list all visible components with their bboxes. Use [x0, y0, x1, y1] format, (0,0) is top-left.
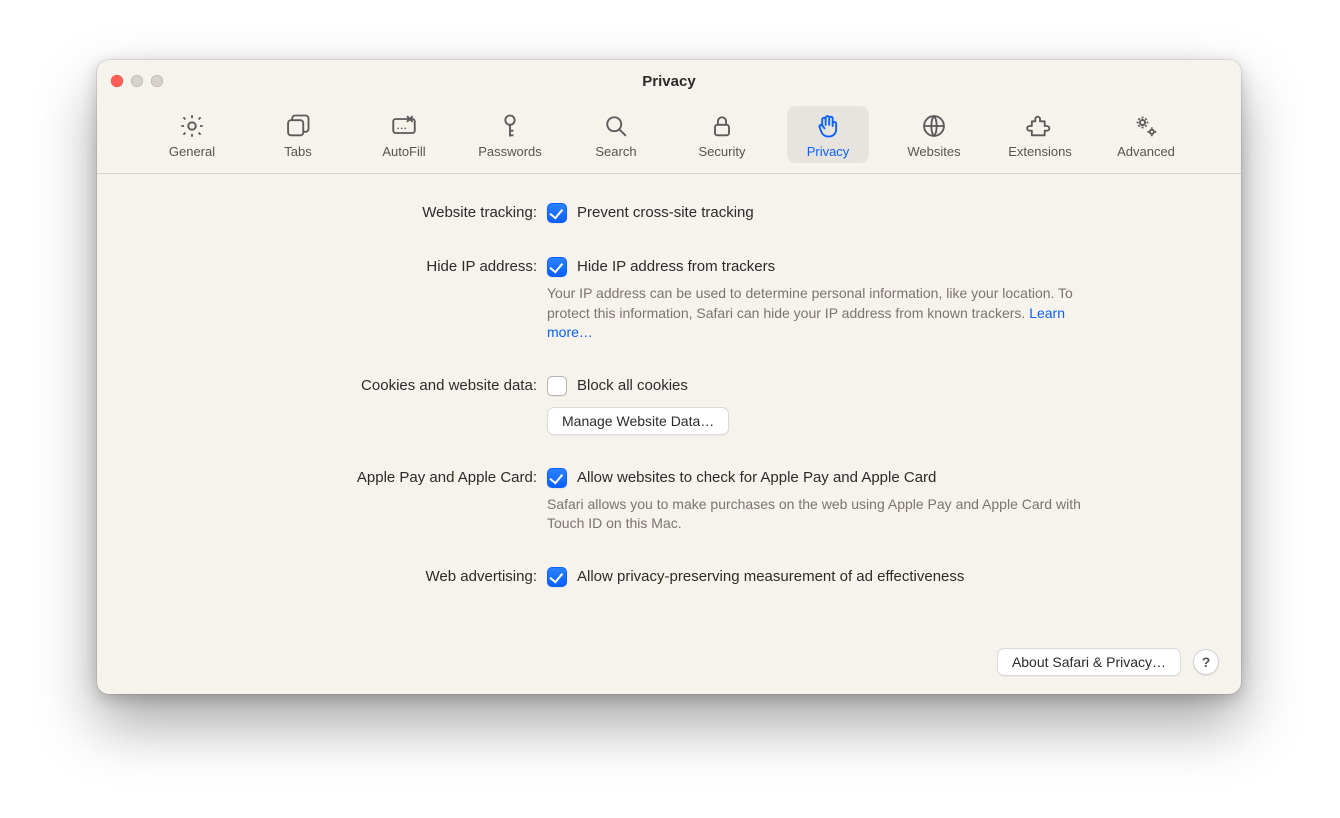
tab-label: Search — [595, 144, 636, 159]
checkbox-label: Block all cookies — [577, 375, 688, 397]
tab-search[interactable]: Search — [575, 106, 657, 163]
checkbox-label: Prevent cross-site tracking — [577, 202, 754, 224]
tab-privacy[interactable]: Privacy — [787, 106, 869, 163]
label-apple-pay: Apple Pay and Apple Card: — [137, 467, 547, 486]
gears-icon — [1132, 112, 1160, 140]
tab-label: Websites — [907, 144, 960, 159]
checkbox-apple-pay[interactable] — [547, 468, 567, 488]
tabs-icon — [284, 112, 312, 140]
puzzle-icon — [1026, 112, 1054, 140]
row-hide-ip: Hide IP address: Hide IP address from tr… — [137, 256, 1201, 343]
tab-security[interactable]: Security — [681, 106, 763, 163]
footer: About Safari & Privacy… ? — [997, 648, 1219, 676]
description-hide-ip: Your IP address can be used to determine… — [547, 284, 1087, 343]
tab-label: Tabs — [284, 144, 311, 159]
description-apple-pay: Safari allows you to make purchases on t… — [547, 495, 1087, 534]
tab-label: General — [169, 144, 215, 159]
label-cookies: Cookies and website data: — [137, 375, 547, 394]
checkbox-prevent-cross-site-tracking[interactable] — [547, 203, 567, 223]
key-icon — [496, 112, 524, 140]
traffic-lights — [111, 60, 163, 102]
tab-label: Passwords — [478, 144, 542, 159]
tab-websites[interactable]: Websites — [893, 106, 975, 163]
checkbox-hide-ip[interactable] — [547, 257, 567, 277]
window-title: Privacy — [642, 73, 695, 90]
tab-label: Privacy — [807, 144, 850, 159]
preferences-window: Privacy General Tabs AutoFill — [97, 60, 1241, 694]
preferences-toolbar: General Tabs AutoFill Passwords — [97, 102, 1241, 174]
window-zoom-button[interactable] — [151, 75, 163, 87]
checkbox-label: Allow privacy-preserving measurement of … — [577, 566, 964, 588]
row-web-advertising: Web advertising: Allow privacy-preservin… — [137, 566, 1201, 588]
window-close-button[interactable] — [111, 75, 123, 87]
tab-general[interactable]: General — [151, 106, 233, 163]
label-website-tracking: Website tracking: — [137, 202, 547, 221]
help-button[interactable]: ? — [1193, 649, 1219, 675]
checkbox-ad-measurement[interactable] — [547, 567, 567, 587]
lock-icon — [708, 112, 736, 140]
window-minimize-button[interactable] — [131, 75, 143, 87]
tab-autofill[interactable]: AutoFill — [363, 106, 445, 163]
row-apple-pay: Apple Pay and Apple Card: Allow websites… — [137, 467, 1201, 534]
row-website-tracking: Website tracking: Prevent cross-site tra… — [137, 202, 1201, 224]
checkbox-label: Allow websites to check for Apple Pay an… — [577, 467, 936, 489]
tab-label: Extensions — [1008, 144, 1072, 159]
tab-extensions[interactable]: Extensions — [999, 106, 1081, 163]
autofill-icon — [390, 112, 418, 140]
tab-tabs[interactable]: Tabs — [257, 106, 339, 163]
label-hide-ip: Hide IP address: — [137, 256, 547, 275]
label-web-advertising: Web advertising: — [137, 566, 547, 585]
settings-body: Website tracking: Prevent cross-site tra… — [97, 174, 1241, 618]
titlebar: Privacy — [97, 60, 1241, 102]
tab-label: AutoFill — [382, 144, 425, 159]
tab-label: Security — [699, 144, 746, 159]
tab-label: Advanced — [1117, 144, 1175, 159]
row-cookies: Cookies and website data: Block all cook… — [137, 375, 1201, 435]
about-safari-privacy-button[interactable]: About Safari & Privacy… — [997, 648, 1181, 676]
gear-icon — [178, 112, 206, 140]
globe-icon — [920, 112, 948, 140]
tab-passwords[interactable]: Passwords — [469, 106, 551, 163]
manage-website-data-button[interactable]: Manage Website Data… — [547, 407, 729, 435]
hand-icon — [814, 112, 842, 140]
tab-advanced[interactable]: Advanced — [1105, 106, 1187, 163]
checkbox-block-all-cookies[interactable] — [547, 376, 567, 396]
search-icon — [602, 112, 630, 140]
checkbox-label: Hide IP address from trackers — [577, 256, 775, 278]
